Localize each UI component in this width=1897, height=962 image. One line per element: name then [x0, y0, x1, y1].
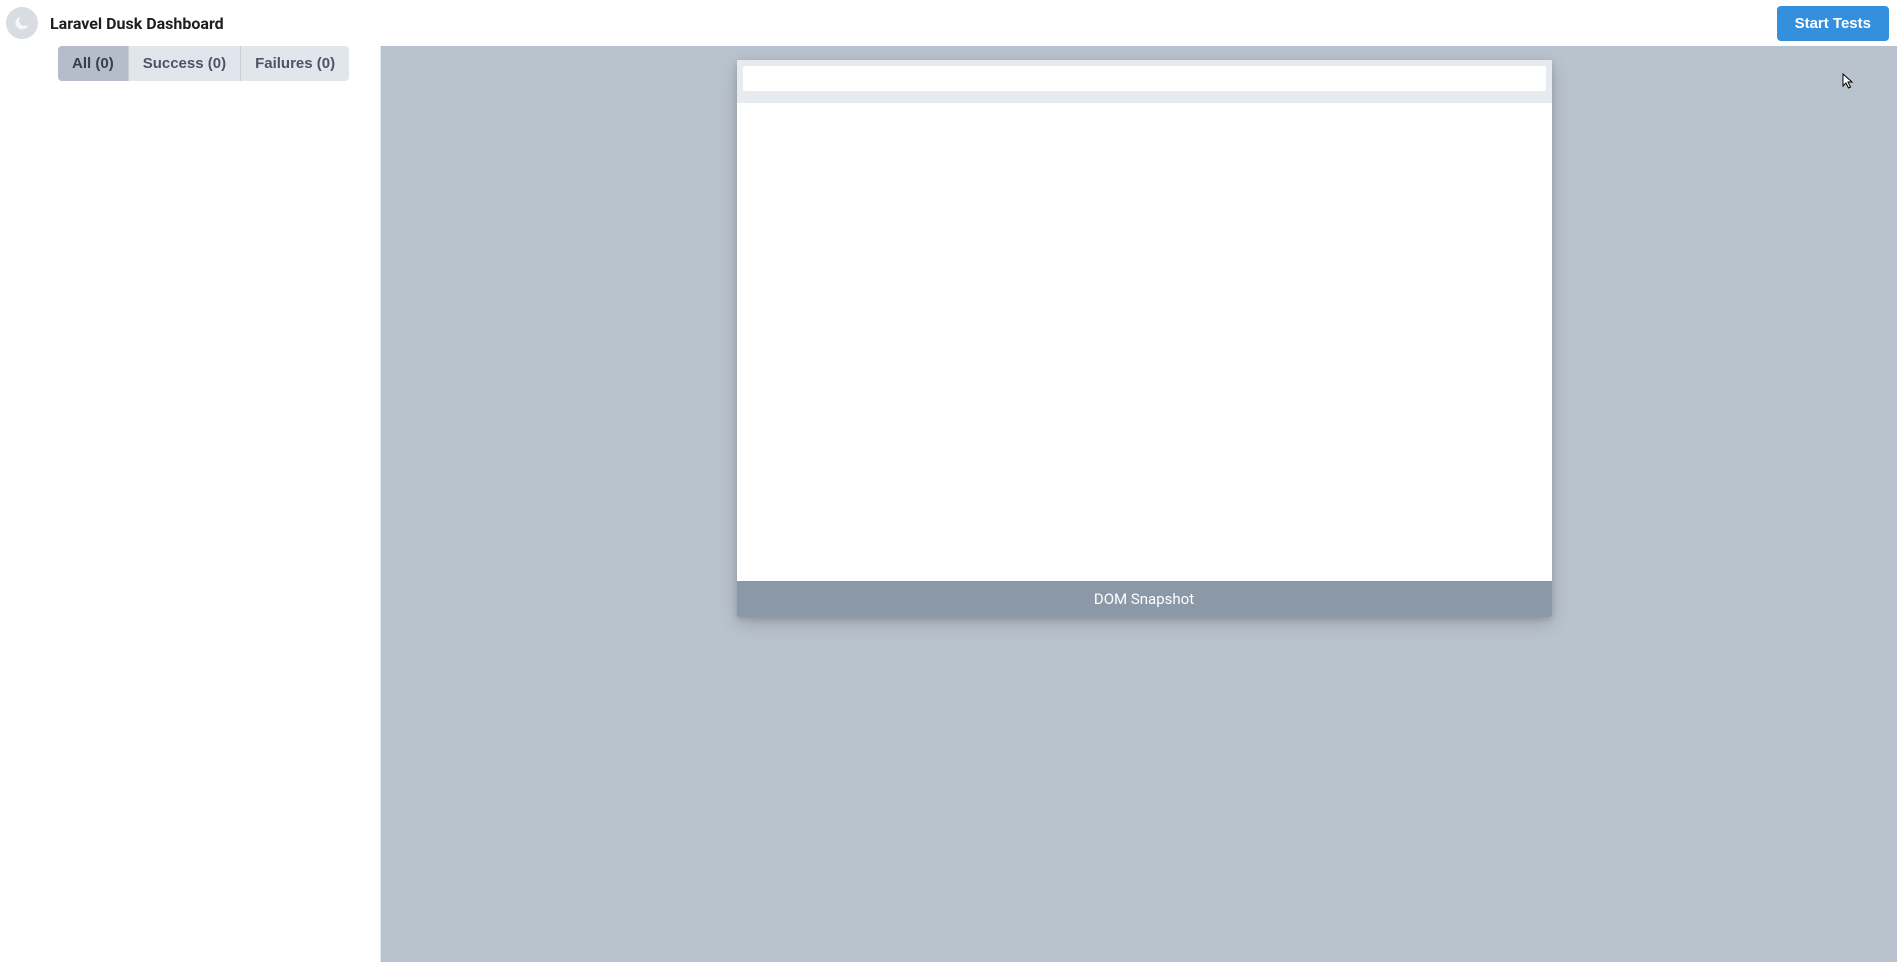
tab-all-label: All — [72, 55, 91, 72]
tab-failures[interactable]: Failures (0) — [241, 46, 349, 81]
preview-footer-label: DOM Snapshot — [1094, 590, 1194, 608]
preview-body — [737, 103, 1552, 581]
dusk-logo-icon — [6, 7, 38, 39]
url-bar[interactable] — [743, 66, 1546, 91]
content: All (0) Success (0) Failures (0) DOM Sna… — [0, 46, 1897, 962]
tab-all[interactable]: All (0) — [58, 46, 129, 81]
start-tests-button[interactable]: Start Tests — [1777, 6, 1889, 41]
tab-success-count: 0 — [213, 55, 221, 72]
filter-tabs: All (0) Success (0) Failures (0) — [58, 46, 380, 81]
header-left: Laravel Dusk Dashboard — [4, 7, 224, 39]
preview-card: DOM Snapshot — [737, 60, 1552, 617]
sidebar: All (0) Success (0) Failures (0) — [0, 46, 381, 962]
cursor-icon — [1838, 73, 1854, 93]
tab-success-label: Success — [143, 55, 204, 72]
tab-failures-count: 0 — [322, 55, 330, 72]
tab-success[interactable]: Success (0) — [129, 46, 241, 81]
header: Laravel Dusk Dashboard Start Tests — [0, 0, 1897, 46]
tab-failures-label: Failures — [255, 55, 313, 72]
tab-all-count: 0 — [100, 55, 108, 72]
preview-url-bar-wrap — [737, 60, 1552, 97]
main-panel: DOM Snapshot — [381, 46, 1897, 962]
app-title: Laravel Dusk Dashboard — [50, 14, 224, 33]
preview-footer[interactable]: DOM Snapshot — [737, 581, 1552, 617]
